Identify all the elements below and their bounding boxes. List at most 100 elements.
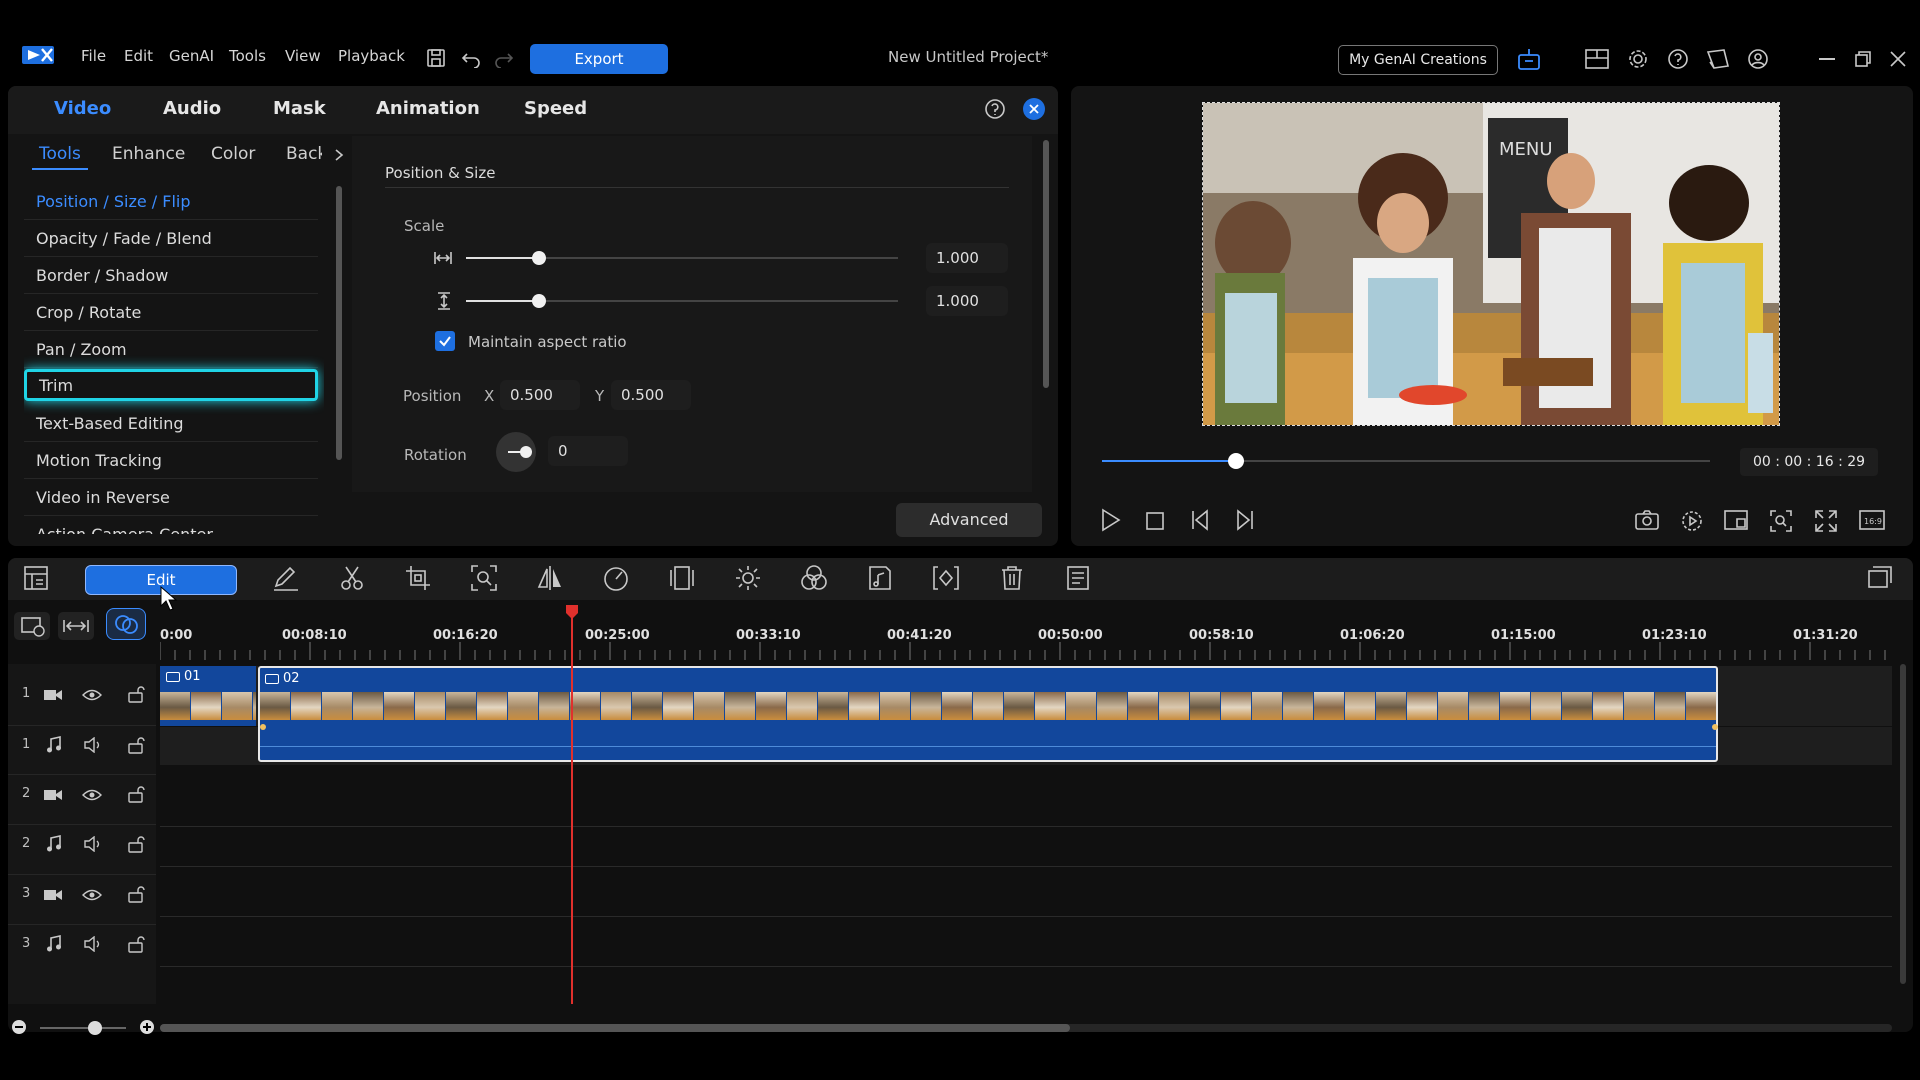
brightness-icon[interactable]: [734, 564, 770, 596]
position-x-input[interactable]: 0.500: [500, 380, 580, 410]
tool-border-shadow[interactable]: Border / Shadow: [24, 258, 318, 294]
preview-seek-handle[interactable]: [1227, 453, 1244, 469]
timeline-vertical-scrollbar[interactable]: [1900, 664, 1906, 984]
zoom-out-icon[interactable]: [12, 1020, 26, 1034]
play-icon[interactable]: [1100, 508, 1122, 532]
timeline-view-icon[interactable]: [1866, 564, 1902, 596]
scale-width-input[interactable]: 1.000: [926, 243, 1008, 273]
tool-opacity-fade-blend[interactable]: Opacity / Fade / Blend: [24, 221, 318, 257]
position-y-input[interactable]: 0.500: [611, 380, 691, 410]
menu-edit[interactable]: Edit: [124, 47, 153, 65]
account-icon[interactable]: [1747, 48, 1769, 70]
add-track-icon[interactable]: [14, 612, 50, 640]
tab-animation[interactable]: Animation: [376, 98, 480, 119]
clip-trim-handle-right[interactable]: [1712, 724, 1718, 730]
tool-trim[interactable]: Trim: [24, 369, 318, 401]
tool-list-scrollbar[interactable]: [336, 186, 342, 460]
zoom-track-icon[interactable]: [470, 564, 506, 596]
scale-width-slider[interactable]: [466, 251, 898, 265]
speed-gauge-icon[interactable]: [602, 564, 638, 596]
zoom-preview-icon[interactable]: [1770, 510, 1792, 532]
tab-video[interactable]: Video: [54, 98, 111, 119]
close-window-icon[interactable]: [1890, 51, 1906, 67]
pen-tool-icon[interactable]: [272, 564, 308, 596]
menu-playback[interactable]: Playback: [338, 47, 405, 65]
gear-icon[interactable]: [1627, 48, 1649, 70]
scale-height-input[interactable]: 1.000: [926, 286, 1008, 316]
flip-icon[interactable]: [536, 564, 572, 596]
video-clip-01[interactable]: 01: [160, 666, 256, 726]
preview-seek-bar[interactable]: [1102, 453, 1710, 469]
unlock-icon[interactable]: [127, 736, 145, 754]
undo-icon[interactable]: [461, 48, 481, 68]
menu-view[interactable]: View: [285, 47, 321, 65]
scale-height-slider[interactable]: [466, 294, 898, 308]
chevron-right-icon[interactable]: [334, 148, 344, 162]
tab-mask[interactable]: Mask: [273, 98, 326, 119]
panel-close-icon[interactable]: [1023, 98, 1045, 120]
speaker-icon[interactable]: [83, 737, 103, 753]
crop-icon[interactable]: [404, 564, 440, 596]
stop-icon[interactable]: [1145, 511, 1165, 531]
export-button[interactable]: Export: [530, 44, 668, 74]
settings-scrollbar[interactable]: [1043, 140, 1049, 388]
menu-tools[interactable]: Tools: [229, 47, 266, 65]
fit-timeline-icon[interactable]: [58, 612, 94, 640]
split-scissors-icon[interactable]: [338, 564, 374, 596]
save-icon[interactable]: [426, 48, 446, 68]
timeline-zoom-slider[interactable]: [40, 1021, 126, 1035]
minimize-icon[interactable]: [1819, 58, 1835, 60]
unlock-icon[interactable]: [127, 835, 145, 853]
menu-file[interactable]: File: [81, 47, 106, 65]
trash-icon[interactable]: [998, 564, 1034, 596]
layout-icon[interactable]: [1585, 49, 1609, 69]
snapshot-icon[interactable]: [1635, 510, 1659, 530]
unlock-icon[interactable]: [127, 785, 145, 803]
more-tools-icon[interactable]: [1064, 564, 1100, 596]
timeline-horizontal-scrollbar[interactable]: [160, 1024, 1892, 1032]
speaker-icon[interactable]: [83, 836, 103, 852]
aspect-ratio-icon[interactable]: 16:9: [1859, 510, 1885, 530]
feedback-icon[interactable]: [1706, 48, 1730, 70]
video-clip-02[interactable]: 02: [258, 666, 1718, 762]
panel-help-icon[interactable]: [984, 98, 1006, 120]
unlock-icon[interactable]: [127, 685, 145, 703]
tool-crop-rotate[interactable]: Crop / Rotate: [24, 295, 318, 331]
preview-video-frame[interactable]: MENU: [1202, 102, 1780, 426]
preview-quality-icon[interactable]: [1681, 510, 1703, 532]
zoom-in-icon[interactable]: [140, 1020, 154, 1034]
tool-position-size-flip[interactable]: Position / Size / Flip: [24, 184, 318, 220]
subtab-tools[interactable]: Tools: [39, 144, 81, 164]
previous-frame-icon[interactable]: [1189, 509, 1211, 531]
unlock-icon[interactable]: [127, 885, 145, 903]
maintain-aspect-checkbox[interactable]: [435, 331, 455, 351]
subtab-enhance[interactable]: Enhance: [112, 144, 185, 164]
genai-assistant-icon[interactable]: [1516, 47, 1542, 71]
tab-speed[interactable]: Speed: [524, 98, 587, 119]
timeline-ruler[interactable]: [160, 612, 1890, 664]
tool-video-in-reverse[interactable]: Video in Reverse: [24, 480, 318, 516]
keyframe-icon[interactable]: [932, 564, 968, 596]
redo-icon[interactable]: [494, 48, 514, 68]
fullscreen-icon[interactable]: [1815, 510, 1837, 532]
display-mode-icon[interactable]: [1724, 510, 1748, 532]
speaker-icon[interactable]: [83, 936, 103, 952]
freeze-frame-icon[interactable]: [668, 564, 704, 596]
tool-action-camera-center[interactable]: Action Camera Center: [24, 517, 318, 534]
color-blend-icon[interactable]: [800, 564, 836, 596]
menu-genai[interactable]: GenAI: [169, 47, 214, 65]
tool-motion-tracking[interactable]: Motion Tracking: [24, 443, 318, 479]
clip-trim-handle-left[interactable]: [260, 724, 266, 730]
tool-text-based-editing[interactable]: Text-Based Editing: [24, 406, 318, 442]
eye-icon[interactable]: [82, 688, 102, 702]
rotation-input[interactable]: 0: [548, 436, 628, 466]
my-genai-creations-button[interactable]: My GenAI Creations: [1338, 45, 1498, 75]
unlock-icon[interactable]: [127, 935, 145, 953]
advanced-button[interactable]: Advanced: [896, 503, 1042, 537]
audio-edit-icon[interactable]: [866, 564, 902, 596]
eye-icon[interactable]: [82, 888, 102, 902]
rotation-knob[interactable]: [496, 432, 536, 472]
subtab-background[interactable]: Backg: [286, 144, 322, 164]
restore-icon[interactable]: [1855, 51, 1871, 67]
next-frame-icon[interactable]: [1234, 509, 1256, 531]
